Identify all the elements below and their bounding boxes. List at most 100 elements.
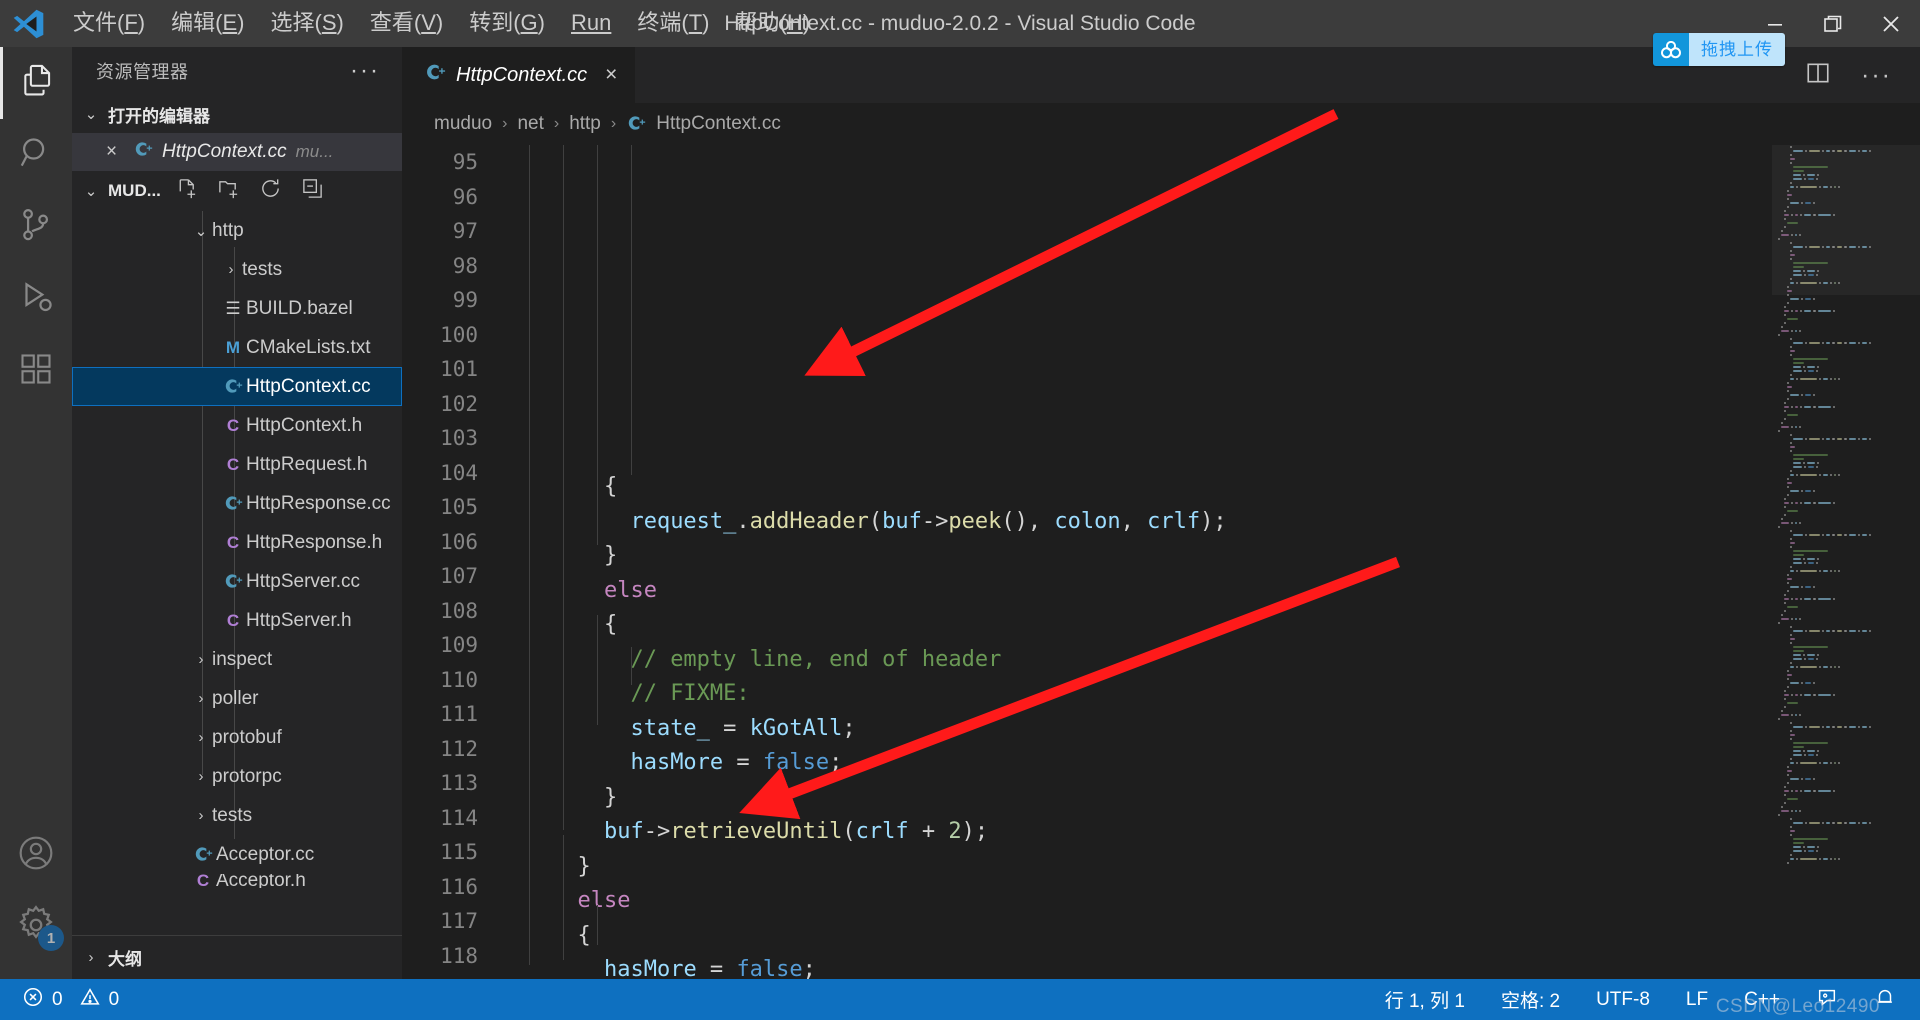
close-icon[interactable] xyxy=(1862,0,1920,47)
minimap[interactable] xyxy=(1772,145,1920,979)
menu-item-selection[interactable]: 选择(S) xyxy=(257,5,356,41)
tab-httpcontext-cc[interactable]: HttpContext.cc × xyxy=(402,47,637,103)
more-actions-icon[interactable]: ··· xyxy=(1861,63,1892,88)
status-encoding[interactable]: UTF-8 xyxy=(1592,989,1654,1011)
menu-item-view[interactable]: 查看(V) xyxy=(357,5,456,41)
new-folder-icon[interactable] xyxy=(217,177,240,205)
activity-item-run-debug[interactable] xyxy=(0,263,72,335)
cpp-file-icon xyxy=(133,139,153,165)
tree-item-label: poller xyxy=(212,687,259,709)
tree-row[interactable]: Acceptor.cc xyxy=(72,835,402,874)
code-token: false xyxy=(762,750,830,775)
tree-row[interactable]: HttpResponse.cc xyxy=(72,484,402,523)
activity-item-source-control[interactable] xyxy=(0,191,72,263)
line-number: 105 xyxy=(440,495,478,519)
tree-row[interactable]: › tests xyxy=(72,250,402,289)
tree-row[interactable]: C HttpResponse.h xyxy=(72,523,402,562)
maximize-icon[interactable] xyxy=(1804,0,1862,47)
source-control-icon xyxy=(17,206,55,249)
tree-row[interactable]: › protobuf xyxy=(72,718,402,757)
collapse-all-icon[interactable] xyxy=(301,177,324,205)
tree-row[interactable]: C HttpServer.h xyxy=(72,601,402,640)
close-icon[interactable]: × xyxy=(605,63,617,87)
activity-item-extensions[interactable] xyxy=(0,335,72,407)
watermark: CSDN@Leo12490 xyxy=(1715,996,1880,1017)
tree-row[interactable]: M CMakeLists.txt xyxy=(72,328,402,367)
warning-count: 0 xyxy=(108,988,120,1010)
tree-row[interactable]: HttpServer.cc xyxy=(72,562,402,601)
tree-row[interactable]: › tests xyxy=(72,796,402,835)
code-token: } xyxy=(603,784,618,810)
code-token: -> xyxy=(921,508,949,534)
status-eol[interactable]: LF xyxy=(1682,989,1712,1011)
breadcrumb-item-net[interactable]: net xyxy=(517,113,543,135)
open-editors-header[interactable]: ⌄ 打开的编辑器 xyxy=(72,95,402,133)
code-token: crlf xyxy=(1147,508,1201,534)
code-line: else xyxy=(494,574,1772,609)
breadcrumb-item-http[interactable]: http xyxy=(569,113,601,135)
code-token: peek xyxy=(948,508,1002,534)
line-number: 106 xyxy=(440,529,478,554)
tree-row[interactable]: ☰ BUILD.bazel xyxy=(72,289,402,328)
open-editor-name: HttpContext.cc xyxy=(162,141,287,162)
tree-row[interactable]: ⌄ http xyxy=(72,211,402,250)
sidebar-more-actions-icon[interactable]: ··· xyxy=(350,59,394,83)
line-number: 110 xyxy=(440,667,478,692)
extensions-icon xyxy=(18,351,54,392)
workspace-folder-header[interactable]: ⌄ MUD... xyxy=(72,171,402,211)
line-number: 104 xyxy=(440,460,478,485)
code-editor[interactable]: 95 96 97 98 99 100 101 102 103 104 105 106 107 108 109… xyxy=(402,145,1920,979)
status-problems[interactable]: 0 0 xyxy=(18,986,123,1014)
editor-actions: ··· xyxy=(1805,47,1920,103)
line-number: 108 xyxy=(440,598,478,623)
code-line: buf->retrieveUntil(crlf + 2); xyxy=(494,815,1772,850)
tree-row[interactable]: C HttpContext.h xyxy=(72,406,402,445)
line-number: 103 xyxy=(440,426,478,450)
code-token: ; xyxy=(829,750,843,775)
menu-item-edit[interactable]: 编辑(E) xyxy=(158,5,257,41)
tree-row[interactable]: C Acceptor.h xyxy=(72,874,402,888)
code-content[interactable]: { request_.addHeader(buf->peek(), colon,… xyxy=(494,145,1772,979)
line-number: 95 xyxy=(452,150,478,174)
drag-upload-badge[interactable]: 拖拽上传 xyxy=(1653,33,1785,66)
outline-section-header[interactable]: › 大纲 xyxy=(72,935,402,979)
menu-item-run[interactable]: Run xyxy=(558,5,624,41)
activity-item-explorer[interactable] xyxy=(0,47,72,119)
code-token: (), xyxy=(1001,508,1055,534)
line-number: 97 xyxy=(452,219,478,243)
tree-row[interactable]: › protorpc xyxy=(72,757,402,796)
status-cursor-position[interactable]: 行 1, 列 1 xyxy=(1381,986,1469,1013)
refresh-icon[interactable] xyxy=(259,177,282,205)
c-header-file-icon: C xyxy=(226,610,240,630)
breadcrumb-item-muduo[interactable]: muduo xyxy=(434,113,492,135)
tree-row[interactable]: › poller xyxy=(72,679,402,718)
code-token: // empty line, end of header xyxy=(630,646,1002,672)
menu-item-help[interactable]: 帮助(H) xyxy=(722,5,823,41)
code-line: } xyxy=(494,539,1772,574)
tree-row[interactable]: › inspect xyxy=(72,640,402,679)
menu-item-go[interactable]: 转到(G) xyxy=(456,5,558,41)
code-token: = xyxy=(696,957,737,979)
tree-item-label: HttpContext.cc xyxy=(246,375,371,397)
tree-row-httpcontext-cc[interactable]: HttpContext.cc xyxy=(72,367,402,406)
close-icon[interactable]: × xyxy=(106,141,124,163)
tree-item-label: HttpResponse.cc xyxy=(246,492,391,514)
line-number: 113 xyxy=(440,771,478,795)
tree-row[interactable]: C HttpRequest.h xyxy=(72,445,402,484)
code-token: ( xyxy=(842,819,856,844)
breadcrumb-item-httpcontext-cc[interactable]: HttpContext.cc xyxy=(656,113,781,135)
menu-item-terminal[interactable]: 终端(T) xyxy=(624,5,722,41)
code-line: state_ = kGotAll; xyxy=(494,712,1772,747)
activity-item-settings[interactable]: 1 xyxy=(0,891,72,963)
status-indentation[interactable]: 空格: 2 xyxy=(1497,986,1564,1013)
activity-item-accounts[interactable] xyxy=(0,819,72,891)
vscode-window: 文件(F) 编辑(E) 选择(S) 查看(V) 转到(G) Run 终端(T) … xyxy=(0,0,1920,1020)
outline-label: 大纲 xyxy=(108,950,142,969)
split-editor-icon[interactable] xyxy=(1805,60,1831,91)
menu-item-file[interactable]: 文件(F) xyxy=(60,5,158,41)
files-icon xyxy=(19,62,57,105)
new-file-icon[interactable] xyxy=(175,177,198,205)
code-token: { xyxy=(603,612,618,637)
open-editor-item-httpcontext-cc[interactable]: × HttpContext.cc mu... xyxy=(72,133,402,171)
activity-item-search[interactable] xyxy=(0,119,72,191)
